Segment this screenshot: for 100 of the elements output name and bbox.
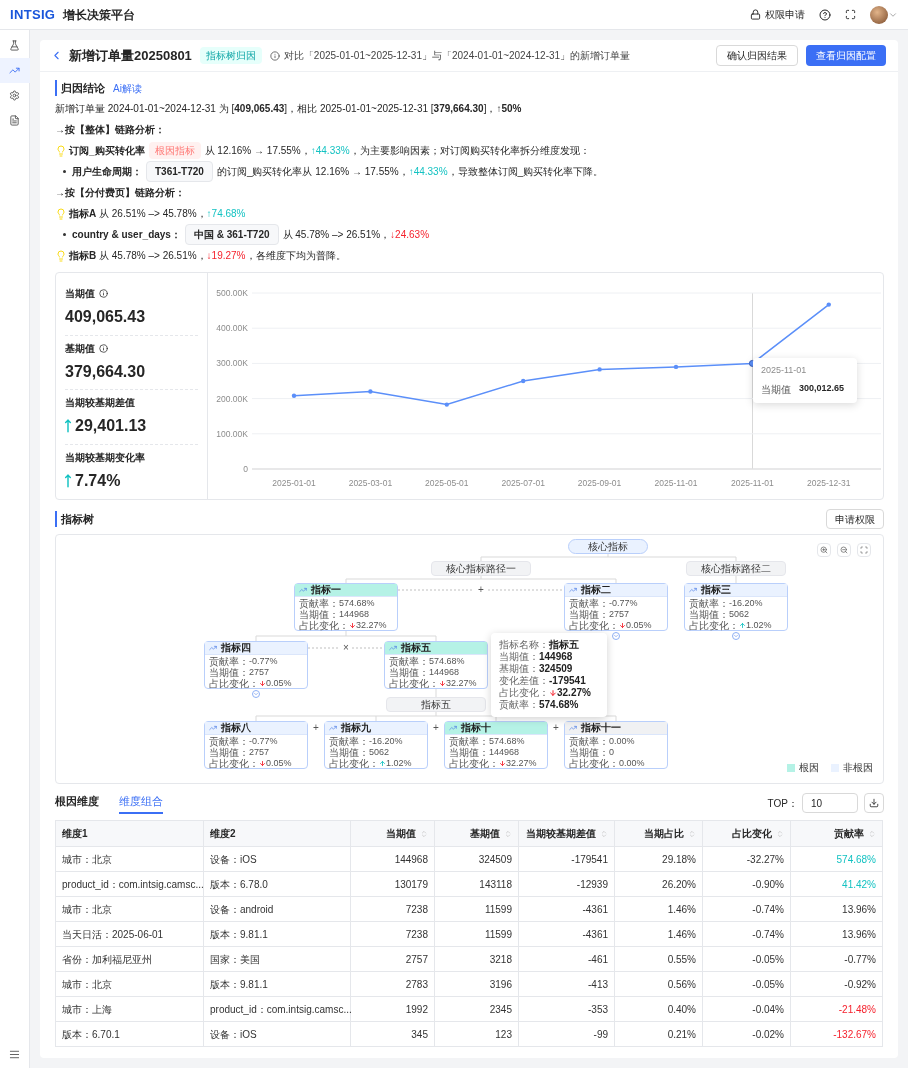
analysis-text: ，为主要影响因素；对订阅购买转化率拆分维度发现： xyxy=(349,144,590,158)
tab[interactable]: 维度组合 xyxy=(119,792,163,814)
stat-label: 当期值： xyxy=(569,747,609,758)
stat-value: 0 xyxy=(609,747,614,758)
table-cell: 144968 xyxy=(350,846,435,872)
column-header[interactable]: 基期值 xyxy=(434,820,519,847)
table-cell: -32.27% xyxy=(702,846,791,872)
table-cell: 41.42% xyxy=(790,871,883,897)
stat-value: 574.68% xyxy=(429,656,465,667)
ai-link[interactable]: Ai解读 xyxy=(113,80,142,96)
table-cell: 7238 xyxy=(350,921,435,947)
primary-button[interactable]: 查看归因配置 xyxy=(806,45,886,66)
metric-node[interactable]: 指标四 贡献率：-0.77% 当期值：2757 占比变化： 0.05% xyxy=(204,641,308,689)
top-label: TOP： xyxy=(767,796,798,811)
column-header[interactable]: 当期较基期差值 xyxy=(518,820,615,847)
stat-value: 144968 xyxy=(489,747,520,758)
stat-value: 32.27% xyxy=(446,678,477,689)
stat-label: 贡献率： xyxy=(299,598,339,609)
stat-value: 1.02% xyxy=(746,620,772,631)
node-title: 指标八 xyxy=(221,722,251,734)
tree-root-node[interactable]: 核心指标 xyxy=(568,539,648,554)
column-header[interactable]: 当期值 xyxy=(350,820,435,847)
stat-value: 2757 xyxy=(609,609,630,620)
metric-node[interactable]: 指标十一 贡献率：0.00% 当期值：0 占比变化：0.00% xyxy=(564,721,668,769)
axis-label: 400.00K xyxy=(216,323,248,334)
metric-label: 当期值 xyxy=(65,287,95,302)
tooltip-value: 574.68% xyxy=(539,699,579,711)
column-header[interactable]: 维度2 xyxy=(203,820,351,847)
axis-label: 2025-03-01 xyxy=(348,478,393,488)
tooltip-value: 32.27% xyxy=(557,687,591,699)
tab[interactable]: 根因维度 xyxy=(55,792,99,814)
dimension-chip: 中国 & 361-T720 xyxy=(184,224,279,245)
stat-label: 当期值： xyxy=(209,747,249,758)
table-cell: 设备：iOS xyxy=(203,846,351,872)
metric-node[interactable]: 指标一 贡献率：574.68% 当期值：144968 占比变化： 32.27% xyxy=(294,583,398,631)
legend-label: 根因 xyxy=(799,761,819,775)
decrease-value: ↓19.27% xyxy=(206,249,246,263)
app-title: 增长决策平台 xyxy=(63,6,136,24)
table-cell: -413 xyxy=(518,971,615,997)
table-cell: -132.67% xyxy=(790,1021,883,1047)
tree-group-node[interactable]: 核心指标路径二 xyxy=(686,561,786,576)
stat-label: 贡献率： xyxy=(329,736,369,747)
table-cell: 城市：上海 xyxy=(55,996,204,1022)
compare-note: 对比「2025-01-01~2025-12-31」与「2024-01-01~2024-12-31」的新增订单量 xyxy=(283,49,631,63)
metric-node[interactable]: 指标二 贡献率：-0.77% 当期值：2757 占比变化： 0.05% xyxy=(564,583,668,631)
legend-label: 非根因 xyxy=(843,761,873,775)
stat-label: 占比变化： xyxy=(299,620,349,631)
tree-group-node[interactable]: 核心指标路径一 xyxy=(431,561,531,576)
node-title: 指标十 xyxy=(461,722,491,734)
table-cell: 324509 xyxy=(434,846,519,872)
metric-node[interactable]: 指标五 贡献率：574.68% 当期值：144968 占比变化： 32.27% xyxy=(384,641,488,689)
axis-label: 2025-07-01 xyxy=(501,478,545,488)
axis-label: 100.00K xyxy=(216,428,248,439)
analysis-text: 从 45.78% –> 26.51%， xyxy=(282,228,391,242)
increase-value: ↑44.33% xyxy=(408,165,448,179)
stat-label: 贡献率： xyxy=(689,598,729,609)
analysis-text: 的订阅_购买转化率从 12.16% → 17.55%， xyxy=(216,165,409,179)
top-input[interactable]: 10 xyxy=(802,793,858,813)
stat-label: 当期值： xyxy=(209,667,249,678)
axis-label: 300.00K xyxy=(216,358,248,369)
table-cell: 1.46% xyxy=(614,921,703,947)
table-cell: 123 xyxy=(434,1021,519,1047)
table-cell: 设备：iOS xyxy=(203,1021,351,1047)
node-title: 指标三 xyxy=(701,584,731,596)
column-header[interactable]: 贡献率 xyxy=(790,820,883,847)
stat-value: 2757 xyxy=(249,747,270,758)
metric-node[interactable]: 指标三 贡献率：-16.20% 当期值：5062 占比变化： 1.02% xyxy=(684,583,788,631)
table-cell: -0.04% xyxy=(702,996,791,1022)
tooltip-value: 指标五 xyxy=(549,639,579,651)
stat-value: 5062 xyxy=(369,747,390,758)
table-cell: 13.96% xyxy=(790,896,883,922)
metric-node[interactable]: 指标八 贡献率：-0.77% 当期值：2757 占比变化： 0.05% xyxy=(204,721,308,769)
table-cell: -0.05% xyxy=(702,946,791,972)
stat-label: 贡献率： xyxy=(209,736,249,747)
stat-label: 占比变化： xyxy=(329,758,379,769)
table-cell: -4361 xyxy=(518,921,615,947)
table-cell: 7238 xyxy=(350,896,435,922)
logo[interactable]: INTSIG xyxy=(10,4,56,25)
secondary-button[interactable]: 确认归因结果 xyxy=(716,45,798,66)
tree-group-node[interactable]: 指标五 xyxy=(386,697,486,712)
table-cell: 143118 xyxy=(434,871,519,897)
stat-value: -16.20% xyxy=(369,736,403,747)
analysis-text: →按【整体】链路分析： xyxy=(55,123,165,137)
table-cell: product_id：com.intsig.camsc... xyxy=(203,996,351,1022)
metric-value: 29,401.13 xyxy=(75,416,147,437)
stat-label: 当期值： xyxy=(689,609,729,620)
table-cell: 11599 xyxy=(434,896,519,922)
column-header[interactable]: 当期占比 xyxy=(614,820,703,847)
analysis-text: 指标A 从 26.51% –> 45.78%， xyxy=(69,207,207,221)
column-header[interactable]: 占比变化 xyxy=(702,820,791,847)
column-header[interactable]: 维度1 xyxy=(55,820,204,847)
metric-node[interactable]: 指标十 贡献率：574.68% 当期值：144968 占比变化： 32.27% xyxy=(444,721,548,769)
stat-label: 贡献率： xyxy=(569,598,609,609)
permission-link[interactable]: 权限申请 xyxy=(750,7,805,22)
table-cell: -0.77% xyxy=(790,946,883,972)
table-cell: 城市：北京 xyxy=(55,971,204,997)
metric-node[interactable]: 指标九 贡献率：-16.20% 当期值：5062 占比变化： 1.02% xyxy=(324,721,428,769)
request-permission-button[interactable]: 申请权限 xyxy=(826,509,884,529)
tooltip-value: 300,012.65 xyxy=(799,381,845,395)
tooltip-value: -179541 xyxy=(549,675,586,687)
